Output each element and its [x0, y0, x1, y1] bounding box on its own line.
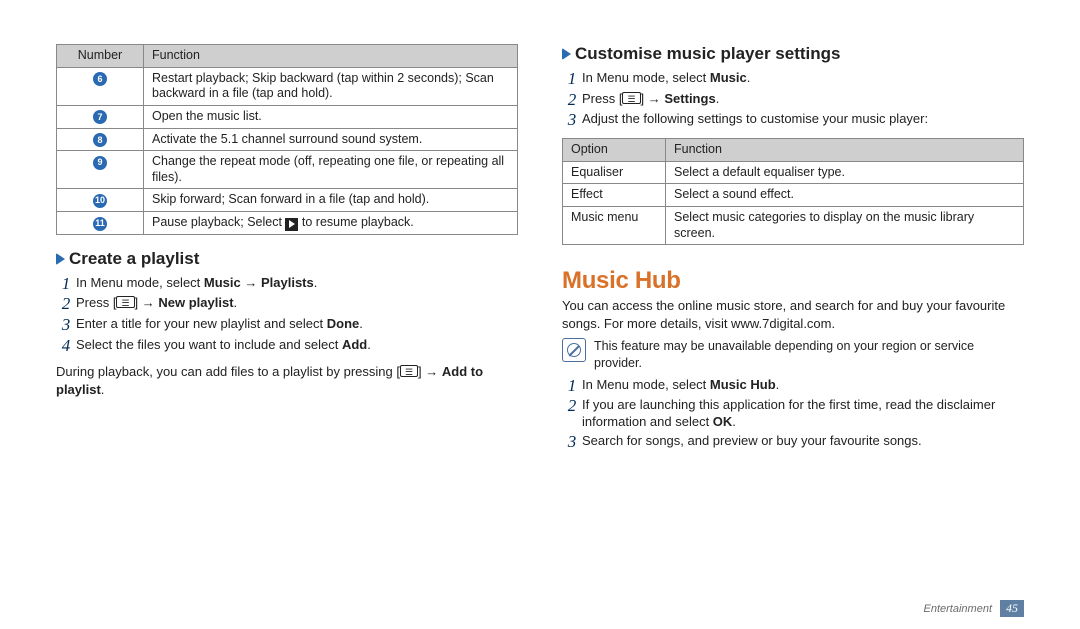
menu-key-icon	[116, 296, 134, 308]
function-cell: Open the music list.	[144, 105, 518, 128]
table-row: EffectSelect a sound effect.	[563, 184, 1024, 207]
menu-key-icon	[400, 365, 418, 377]
number-badge: 6	[93, 72, 107, 86]
function-table: Number Function 6 Restart playback; Skip…	[56, 44, 518, 235]
number-badge: 11	[93, 217, 107, 231]
customise-steps: 1In Menu mode, select Music. 2Press [] →…	[562, 70, 1024, 130]
col-header-option: Option	[563, 139, 666, 162]
table-row: 7 Open the music list.	[57, 105, 518, 128]
page-footer: Entertainment 45	[0, 600, 1080, 617]
function-cell: Skip forward; Scan forward in a file (ta…	[144, 189, 518, 212]
right-column: Customise music player settings 1In Menu…	[562, 44, 1024, 603]
col-header-function: Function	[666, 139, 1024, 162]
step-text: Adjust the following settings to customi…	[582, 111, 1024, 128]
customise-heading: Customise music player settings	[562, 44, 1024, 64]
play-icon	[285, 218, 298, 231]
table-row: EqualiserSelect a default equaliser type…	[563, 161, 1024, 184]
music-hub-intro: You can access the online music store, a…	[562, 297, 1024, 332]
chevron-right-icon	[56, 253, 65, 265]
number-badge: 10	[93, 194, 107, 208]
function-cell: Pause playback; Select to resume playbac…	[144, 212, 518, 235]
table-row: 6 Restart playback; Skip backward (tap w…	[57, 67, 518, 105]
music-hub-heading: Music Hub	[562, 267, 1024, 295]
footer-category: Entertainment	[924, 603, 992, 615]
chevron-right-icon	[562, 48, 571, 60]
step-text: Press [] → Settings.	[582, 91, 1024, 108]
note-text: This feature may be unavailable dependin…	[594, 338, 1024, 371]
table-row: 8 Activate the 5.1 channel surround soun…	[57, 128, 518, 151]
function-cell: Restart playback; Skip backward (tap wit…	[144, 67, 518, 105]
col-header-number: Number	[57, 45, 144, 68]
step-text: In Menu mode, select Music Hub.	[582, 377, 1024, 394]
table-row: 11 Pause playback; Select to resume play…	[57, 212, 518, 235]
number-badge: 7	[93, 110, 107, 124]
step-text: In Menu mode, select Music.	[582, 70, 1024, 87]
playlist-note: During playback, you can add files to a …	[56, 363, 518, 398]
step-text: Enter a title for your new playlist and …	[76, 316, 518, 333]
number-badge: 9	[93, 156, 107, 170]
function-cell: Change the repeat mode (off, repeating o…	[144, 151, 518, 189]
step-text: Select the files you want to include and…	[76, 337, 518, 354]
note-icon	[562, 338, 586, 362]
playlist-steps: 1In Menu mode, select Music → Playlists.…	[56, 275, 518, 356]
settings-table: Option Function EqualiserSelect a defaul…	[562, 138, 1024, 245]
create-playlist-heading: Create a playlist	[56, 249, 518, 269]
table-row: 9 Change the repeat mode (off, repeating…	[57, 151, 518, 189]
number-badge: 8	[93, 133, 107, 147]
step-text: If you are launching this application fo…	[582, 397, 1024, 431]
music-hub-steps: 1In Menu mode, select Music Hub. 2If you…	[562, 377, 1024, 452]
step-text: In Menu mode, select Music → Playlists.	[76, 275, 518, 292]
function-cell: Activate the 5.1 channel surround sound …	[144, 128, 518, 151]
table-row: 10 Skip forward; Scan forward in a file …	[57, 189, 518, 212]
menu-key-icon	[622, 92, 640, 104]
left-column: Number Function 6 Restart playback; Skip…	[56, 44, 518, 603]
step-text: Press [] → New playlist.	[76, 295, 518, 312]
step-text: Search for songs, and preview or buy you…	[582, 433, 1024, 450]
table-row: Music menuSelect music categories to dis…	[563, 206, 1024, 244]
note-block: This feature may be unavailable dependin…	[562, 338, 1024, 371]
col-header-function: Function	[144, 45, 518, 68]
footer-page-number: 45	[1000, 600, 1024, 617]
